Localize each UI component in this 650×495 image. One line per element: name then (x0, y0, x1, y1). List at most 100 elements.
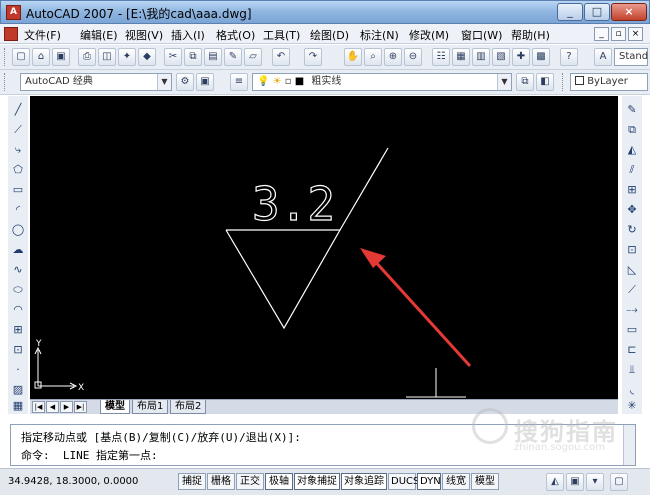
polar-toggle[interactable]: 极轴 (265, 473, 293, 490)
stretch-icon[interactable]: ◺ (624, 262, 640, 278)
close-button[interactable]: × (611, 3, 647, 21)
menu-insert[interactable]: 插入(I) (171, 27, 205, 43)
save-icon[interactable]: ▣ (52, 48, 70, 66)
ellipse-icon[interactable]: ⬭ (10, 282, 26, 298)
zoom-realtime-icon[interactable]: ⌕ (364, 48, 382, 66)
markup-icon[interactable]: ✚ (512, 48, 530, 66)
publish-icon[interactable]: ✦ (118, 48, 136, 66)
make-block-icon[interactable]: ⊡ (10, 342, 26, 358)
make-current-layer-icon[interactable]: ⧉ (516, 73, 534, 91)
new-file-icon[interactable]: ▢ (12, 48, 30, 66)
print-preview-icon[interactable]: ◫ (98, 48, 116, 66)
layer-previous-icon[interactable]: ◧ (536, 73, 554, 91)
document-icon[interactable] (4, 27, 18, 41)
help-icon[interactable]: ? (560, 48, 578, 66)
line-icon[interactable]: ╱ (10, 102, 26, 118)
menu-help[interactable]: 帮助(H) (511, 27, 550, 43)
doc-minimize-button[interactable]: _ (594, 27, 609, 41)
autocad-logo-icon[interactable]: A (6, 5, 21, 20)
toolbar-grip[interactable] (4, 48, 7, 66)
open-file-icon[interactable]: ⌂ (32, 48, 50, 66)
doc-close-button[interactable]: × (628, 27, 643, 41)
tab-model[interactable]: 模型 (100, 400, 130, 414)
polyline-icon[interactable]: ⤷ (10, 142, 26, 158)
erase-icon[interactable]: ✎ (624, 102, 640, 118)
scale-icon[interactable]: ⊡ (624, 242, 640, 258)
color-combo[interactable]: ByLayer (570, 73, 648, 91)
chamfer-icon[interactable]: ⫫ (624, 362, 640, 378)
layer-properties-icon[interactable]: ≡ (230, 73, 248, 91)
snap-toggle[interactable]: 捕捉 (178, 473, 206, 490)
extend-icon[interactable]: ⤍ (624, 302, 640, 318)
trim-icon[interactable]: ⟋ (624, 282, 640, 298)
rotate-icon[interactable]: ↻ (624, 222, 640, 238)
design-center-icon[interactable]: ▦ (452, 48, 470, 66)
menu-format[interactable]: 格式(O) (216, 27, 255, 43)
3d-dwf-icon[interactable]: ◆ (138, 48, 156, 66)
arc-icon[interactable]: ◜ (10, 202, 26, 218)
minimize-button[interactable]: _ (557, 3, 583, 21)
join-icon[interactable]: ⊏ (624, 342, 640, 358)
toolbar-grip[interactable] (562, 73, 565, 91)
gradient-icon[interactable]: ▦ (10, 398, 26, 414)
zoom-window-icon[interactable]: ⊕ (384, 48, 402, 66)
lineweight-toggle[interactable]: 线宽 (442, 473, 470, 490)
menu-draw[interactable]: 绘图(D) (310, 27, 349, 43)
clean-screen-icon[interactable]: ▢ (610, 473, 628, 491)
menu-view[interactable]: 视图(V) (125, 27, 163, 43)
fillet-icon[interactable]: ◟ (624, 382, 640, 398)
hatch-icon[interactable]: ▨ (10, 382, 26, 398)
calculator-icon[interactable]: ▩ (532, 48, 550, 66)
my-workspace-icon[interactable]: ▣ (196, 73, 214, 91)
properties-icon[interactable]: ☷ (432, 48, 450, 66)
maximize-button[interactable]: □ (584, 3, 610, 21)
rectangle-icon[interactable]: ▭ (10, 182, 26, 198)
print-icon[interactable]: ⎙ (78, 48, 96, 66)
text-style-icon[interactable]: A (594, 48, 612, 66)
match-properties-icon[interactable]: ✎ (224, 48, 242, 66)
ducs-toggle[interactable]: DUCS (388, 473, 419, 490)
paste-icon[interactable]: ▤ (204, 48, 222, 66)
prev-tab-icon[interactable]: ◀ (46, 401, 59, 413)
lock-toolbar-icon[interactable]: ▣ (566, 473, 584, 491)
layer-combo[interactable]: 💡 ☀ ▫ ■ 粗实线 ▼ (252, 73, 512, 91)
text-style-combo[interactable]: Stand (614, 48, 648, 66)
array-icon[interactable]: ⊞ (624, 182, 640, 198)
menu-edit[interactable]: 编辑(E) (80, 27, 118, 43)
menu-window[interactable]: 窗口(W) (461, 27, 502, 43)
toolbar-grip[interactable] (4, 73, 7, 91)
point-icon[interactable]: · (10, 362, 26, 378)
pan-icon[interactable]: ✋ (344, 48, 362, 66)
revision-cloud-icon[interactable]: ☁ (10, 242, 26, 258)
workspace-settings-icon[interactable]: ⚙ (176, 73, 194, 91)
redo-icon[interactable]: ↷ (304, 48, 322, 66)
insert-block-icon[interactable]: ⊞ (10, 322, 26, 338)
break-icon[interactable]: ▭ (624, 322, 640, 338)
menu-file[interactable]: 文件(F) (24, 27, 61, 43)
last-tab-icon[interactable]: ▶| (74, 401, 87, 413)
tool-palettes-icon[interactable]: ▥ (472, 48, 490, 66)
sheet-set-icon[interactable]: ▧ (492, 48, 510, 66)
cut-icon[interactable]: ✂ (164, 48, 182, 66)
menu-modify[interactable]: 修改(M) (409, 27, 449, 43)
command-prompt-line[interactable]: 命令: LINE 指定第一点: (21, 447, 158, 463)
next-tab-icon[interactable]: ▶ (60, 401, 73, 413)
osnap-toggle[interactable]: 对象捕捉 (294, 473, 340, 490)
grid-toggle[interactable]: 栅格 (207, 473, 235, 490)
model-toggle[interactable]: 模型 (471, 473, 499, 490)
polygon-icon[interactable]: ⬠ (10, 162, 26, 178)
copy-object-icon[interactable]: ⧉ (624, 122, 640, 138)
construction-line-icon[interactable]: ⟋ (10, 122, 26, 138)
undo-icon[interactable]: ↶ (272, 48, 290, 66)
comm-center-icon[interactable]: ◭ (546, 473, 564, 491)
zoom-previous-icon[interactable]: ⊖ (404, 48, 422, 66)
dyn-toggle[interactable]: DYN (417, 473, 441, 490)
tab-layout2[interactable]: 布局2 (170, 400, 207, 414)
ortho-toggle[interactable]: 正交 (236, 473, 264, 490)
otrack-toggle[interactable]: 对象追踪 (341, 473, 387, 490)
workspace-combo[interactable]: AutoCAD 经典 ▼ (20, 73, 172, 91)
drawing-area[interactable]: 3.2 Y X (30, 96, 618, 399)
block-editor-icon[interactable]: ▱ (244, 48, 262, 66)
ellipse-arc-icon[interactable]: ◠ (10, 302, 26, 318)
offset-icon[interactable]: ⫽ (624, 162, 640, 178)
